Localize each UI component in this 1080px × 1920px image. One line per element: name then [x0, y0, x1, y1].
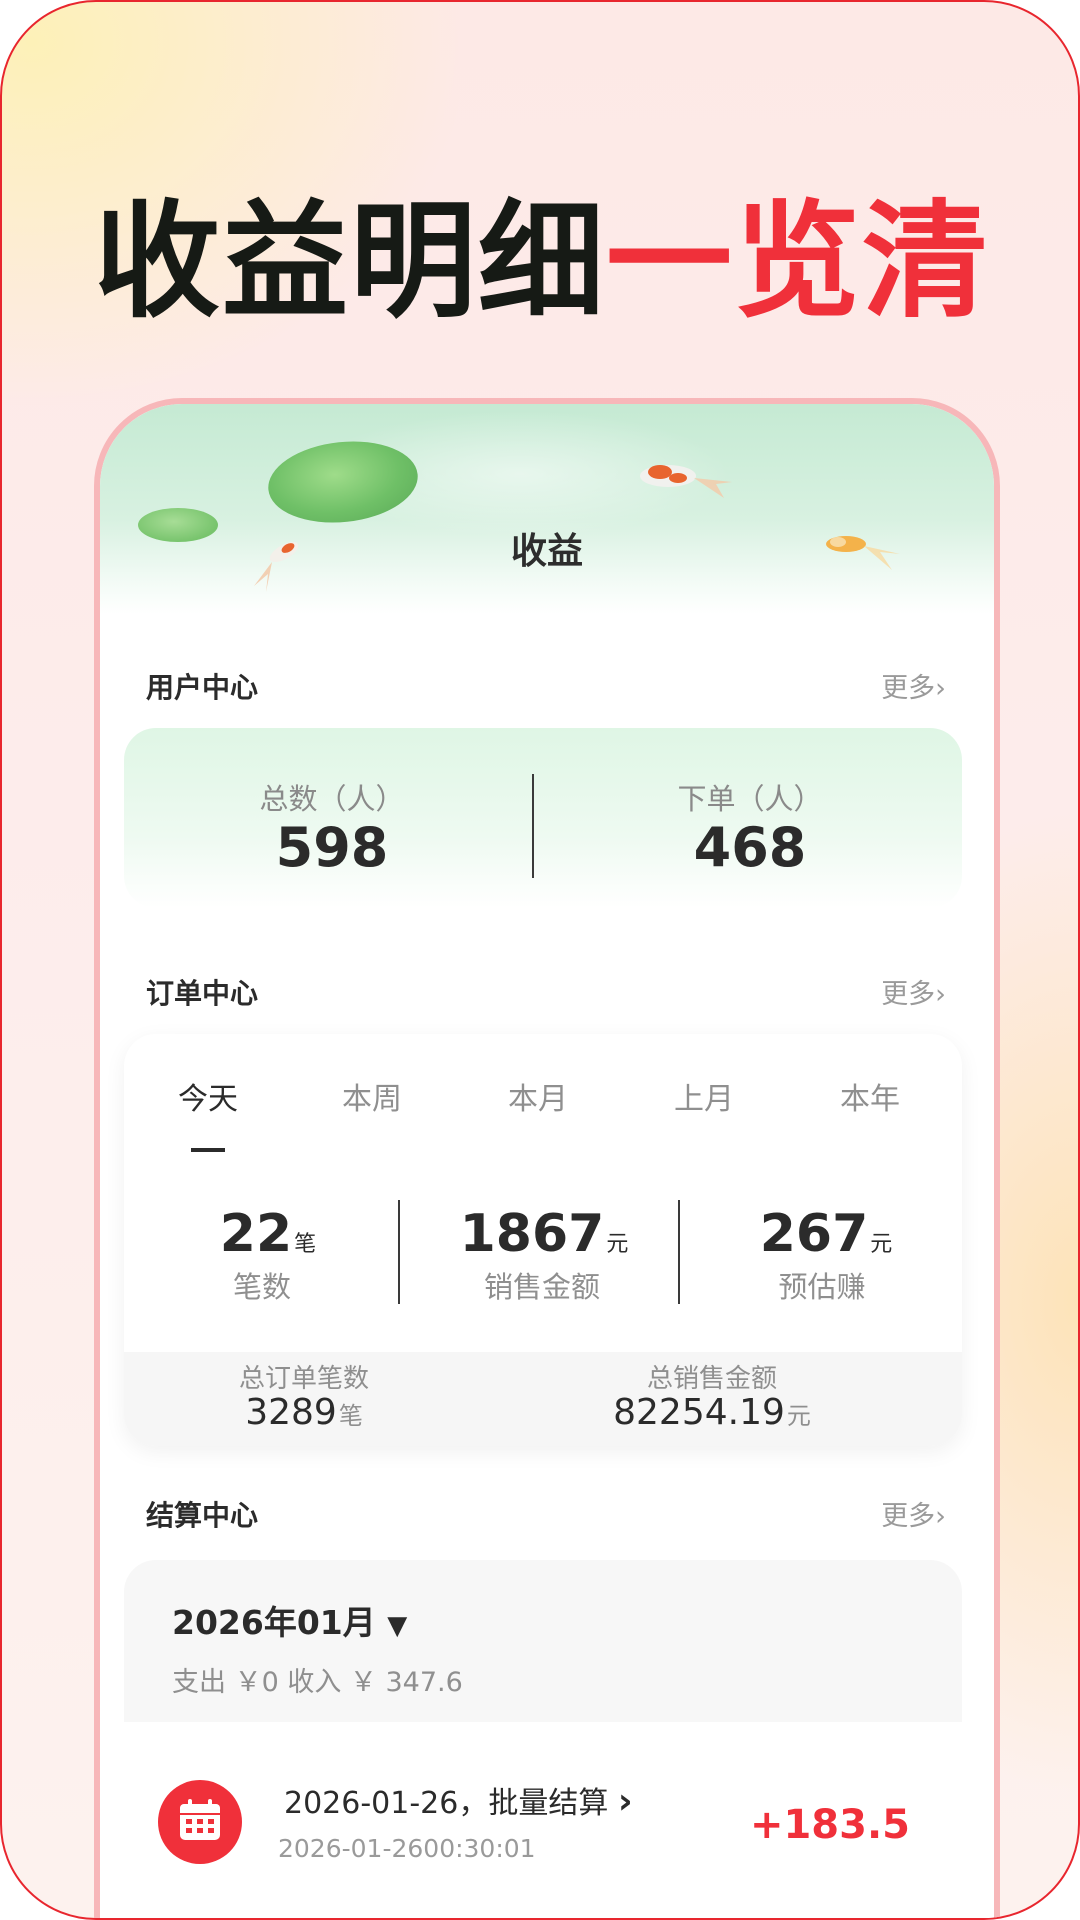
total-orders-label: 总订单笔数: [238, 1364, 369, 1394]
total-orders-unit: 笔: [338, 1402, 363, 1430]
tab-this-month[interactable]: 本月: [478, 1074, 598, 1118]
estimated-earnings-value: 267元: [706, 1204, 946, 1264]
total-sales-value: 82254.19元: [552, 1392, 872, 1433]
user-stats-card: 总数（人） 598 下单（人） 468: [124, 728, 962, 908]
sales-amount-unit: 元: [606, 1232, 629, 1257]
settlement-card: 2026年01月 ▼ 支出 ￥0 收入 ￥ 347.6 2026-01-26，批…: [124, 1560, 962, 1918]
promo-headline: 收益明细一览清: [2, 192, 1078, 332]
tab-today[interactable]: 今天: [148, 1074, 268, 1118]
settlement-item-title: 2026-01-26，批量结算 ›: [284, 1778, 633, 1822]
user-center-more-link[interactable]: 更多›: [881, 666, 946, 705]
tab-this-week[interactable]: 本周: [312, 1074, 432, 1118]
settlement-item-time: 2026-01-2600:30:01: [278, 1834, 536, 1863]
order-totals-bar: 总订单笔数 3289笔 总销售金额 82254.19元: [124, 1352, 962, 1446]
total-orders-number: 3289: [245, 1392, 337, 1433]
order-center-more-link[interactable]: 更多›: [881, 972, 946, 1011]
estimated-earnings-unit: 元: [870, 1232, 893, 1257]
month-selector[interactable]: 2026年01月 ▼: [172, 1596, 407, 1644]
sales-amount-number: 1867: [459, 1204, 605, 1264]
orders-divider-1: [398, 1200, 400, 1304]
order-stats-card: 今天 本周 本月 上月 本年 22笔 笔数 1867元 销售金额 267元 预估…: [124, 1034, 962, 1446]
koi-fish-icon: [640, 465, 732, 498]
ordered-users-value: 468: [693, 816, 807, 879]
total-sales-number: 82254.19: [613, 1392, 785, 1433]
order-count-value: 22笔: [148, 1204, 388, 1264]
headline-dark-text: 收益明细: [94, 188, 606, 335]
total-users-value: 598: [275, 816, 389, 879]
promo-frame: 收益明细一览清 收益 用户中心 更多› 总数（人） 598 下单（人） 468 …: [0, 0, 1080, 1920]
phone-mockup: 收益 用户中心 更多› 总数（人） 598 下单（人） 468 订单中心 更多›…: [94, 398, 1000, 1918]
month-summary: 支出 ￥0 收入 ￥ 347.6: [172, 1667, 463, 1698]
total-orders-value: 3289笔: [144, 1392, 464, 1433]
user-center-title: 用户中心: [146, 671, 259, 704]
ordered-users-label: 下单（人）: [677, 782, 823, 816]
order-count-unit: 笔: [294, 1232, 317, 1257]
tab-last-month[interactable]: 上月: [644, 1074, 764, 1118]
orders-divider-2: [678, 1200, 680, 1304]
sales-amount-label: 销售金额: [483, 1270, 600, 1304]
estimated-earnings-label: 预估赚: [778, 1270, 866, 1304]
estimated-earnings-number: 267: [759, 1204, 869, 1264]
total-users-label: 总数（人）: [259, 782, 405, 816]
tab-this-year[interactable]: 本年: [810, 1074, 930, 1118]
page-title: 收益: [510, 531, 583, 572]
stats-divider: [532, 774, 534, 878]
settlement-list-item[interactable]: 2026-01-26，批量结算 › 2026-01-2600:30:01 +18…: [124, 1722, 962, 1918]
calendar-icon: [158, 1780, 242, 1864]
chevron-right-icon: ›: [617, 1781, 633, 1822]
order-count-number: 22: [219, 1204, 293, 1264]
active-tab-indicator: [191, 1148, 225, 1152]
settlement-item-amount: +183.5: [749, 1802, 910, 1848]
pond-header-banner: 收益: [100, 404, 994, 614]
settle-center-more-link[interactable]: 更多›: [881, 1494, 946, 1533]
dropdown-triangle-icon: ▼: [387, 1611, 408, 1641]
settle-center-title: 结算中心: [146, 1499, 259, 1532]
sales-amount-value: 1867元: [424, 1204, 664, 1264]
total-sales-label: 总销售金额: [646, 1364, 777, 1394]
settlement-item-title-text: 2026-01-26，批量结算: [284, 1786, 609, 1821]
total-sales-unit: 元: [786, 1402, 811, 1430]
order-count-label: 笔数: [232, 1270, 291, 1304]
month-selector-label: 2026年01月: [172, 1603, 376, 1642]
headline-red-text: 一览清: [606, 188, 990, 335]
lily-pad-large-icon: [264, 434, 422, 530]
order-center-title: 订单中心: [146, 977, 259, 1010]
